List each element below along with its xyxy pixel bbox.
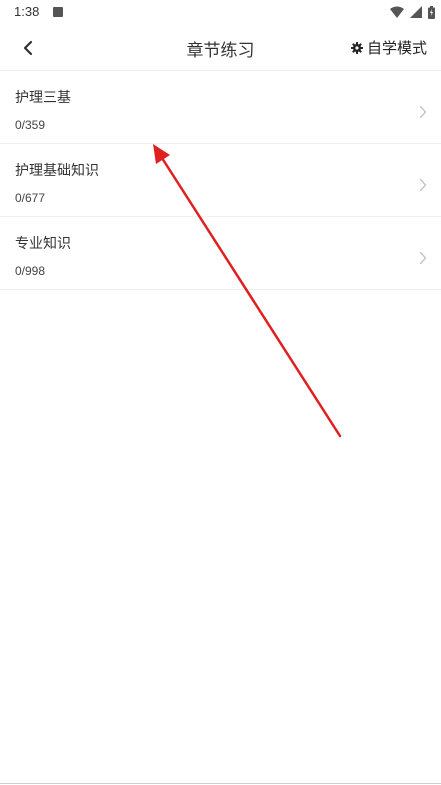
chevron-right-icon (419, 178, 427, 192)
battery-icon (428, 5, 435, 19)
bottom-divider (0, 783, 441, 784)
wifi-icon (390, 6, 404, 18)
status-icons (390, 5, 435, 19)
notification-app-icon (53, 7, 63, 17)
status-bar: 1:38 (0, 0, 441, 26)
chapter-title: 护理三基 (15, 90, 71, 106)
chapter-title: 护理基础知识 (15, 163, 99, 179)
chapter-progress: 0/998 (15, 264, 46, 278)
chapter-item[interactable]: 护理基础知识 0/677 (0, 144, 441, 217)
chapter-item[interactable]: 专业知识 0/998 (0, 217, 441, 290)
chapter-progress: 0/677 (15, 191, 46, 205)
chevron-right-icon (419, 251, 427, 265)
chapter-progress: 0/359 (15, 118, 46, 132)
back-button[interactable] (14, 34, 42, 62)
chevron-left-icon (23, 40, 33, 56)
self-study-mode-button[interactable]: 自学模式 (350, 37, 427, 58)
chevron-right-icon (419, 105, 427, 119)
app-header: 章节练习 自学模式 (0, 26, 441, 71)
status-time: 1:38 (14, 4, 40, 19)
chapter-list: 护理三基 0/359 护理基础知识 0/677 专业知识 0/998 (0, 71, 441, 290)
cellular-signal-icon (410, 6, 422, 18)
chapter-item[interactable]: 护理三基 0/359 (0, 71, 441, 144)
chapter-title: 专业知识 (15, 236, 71, 252)
self-study-mode-label: 自学模式 (366, 39, 427, 57)
gear-icon (350, 41, 363, 54)
